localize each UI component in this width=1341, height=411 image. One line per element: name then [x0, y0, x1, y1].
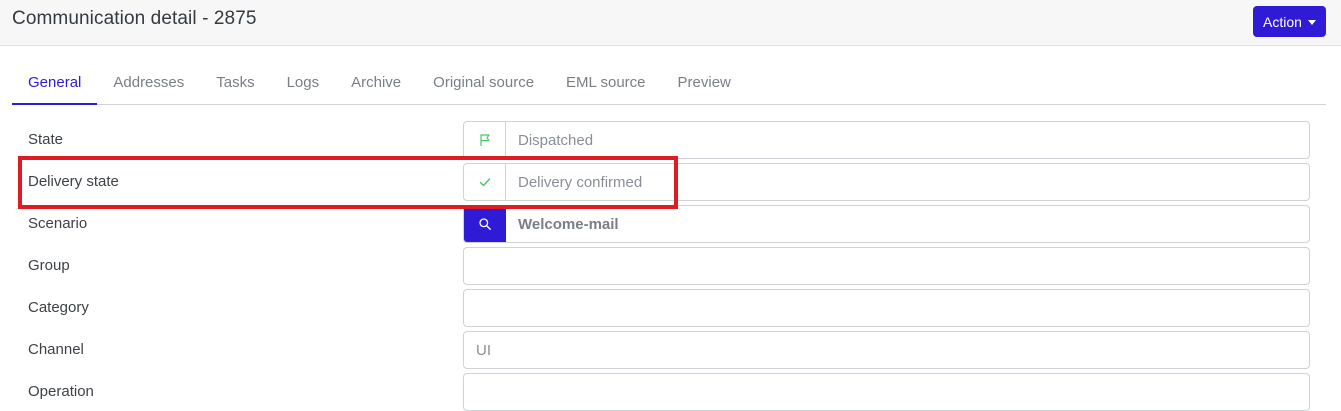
scenario-value: Welcome-mail	[518, 215, 619, 233]
scenario-search-button[interactable]	[464, 206, 506, 242]
channel-label: Channel	[28, 341, 84, 358]
tab-general[interactable]: General	[12, 66, 98, 105]
group-field[interactable]	[463, 247, 1310, 285]
group-label: Group	[28, 257, 70, 274]
tab-tasks[interactable]: Tasks	[200, 66, 270, 104]
operation-row: Operation	[0, 373, 1341, 411]
tab-addresses[interactable]: Addresses	[97, 66, 200, 104]
operation-field[interactable]	[463, 373, 1310, 411]
check-icon	[479, 178, 490, 187]
group-row: Group	[0, 247, 1341, 285]
state-label: State	[28, 131, 64, 148]
flag-icon	[479, 134, 490, 146]
delivery-state-addon	[464, 164, 506, 200]
channel-field[interactable]: UI	[463, 331, 1310, 369]
channel-value: UI	[476, 341, 491, 359]
scenario-row: Scenario Welcome-mail	[0, 205, 1341, 243]
delivery-state-field[interactable]: Delivery confirmed	[463, 163, 1310, 201]
tab-preview[interactable]: Preview	[662, 66, 747, 104]
tab-logs[interactable]: Logs	[271, 66, 336, 104]
tab-original-source[interactable]: Original source	[417, 66, 550, 104]
operation-value	[464, 374, 476, 410]
category-row: Category	[0, 289, 1341, 327]
state-addon	[464, 122, 506, 158]
delivery-state-label: Delivery state	[28, 173, 119, 190]
action-dropdown-button[interactable]: Action	[1253, 6, 1326, 37]
category-value	[464, 290, 476, 326]
delivery-state-value: Delivery confirmed	[518, 173, 643, 191]
scenario-label: Scenario	[28, 215, 88, 232]
category-label: Category	[28, 299, 89, 316]
state-value: Dispatched	[518, 131, 594, 149]
page-header: Communication detail - 2875 Action	[0, 0, 1341, 46]
state-field[interactable]: Dispatched	[463, 121, 1310, 159]
page-title: Communication detail - 2875	[12, 8, 257, 29]
search-icon	[478, 218, 491, 230]
delivery-state-row: Delivery state Delivery confirmed	[0, 163, 1341, 201]
tab-eml-source[interactable]: EML source	[550, 66, 661, 104]
tab-archive[interactable]: Archive	[335, 66, 417, 104]
action-button-label: Action	[1263, 13, 1302, 30]
caret-down-icon	[1307, 19, 1316, 25]
operation-label: Operation	[28, 383, 94, 400]
scenario-field[interactable]: Welcome-mail	[463, 205, 1310, 243]
tab-bar: General Addresses Tasks Logs Archive Ori…	[12, 66, 1326, 105]
state-row: State Dispatched	[0, 121, 1341, 159]
group-value	[464, 248, 476, 284]
category-field[interactable]	[463, 289, 1310, 327]
channel-row: Channel UI	[0, 331, 1341, 369]
